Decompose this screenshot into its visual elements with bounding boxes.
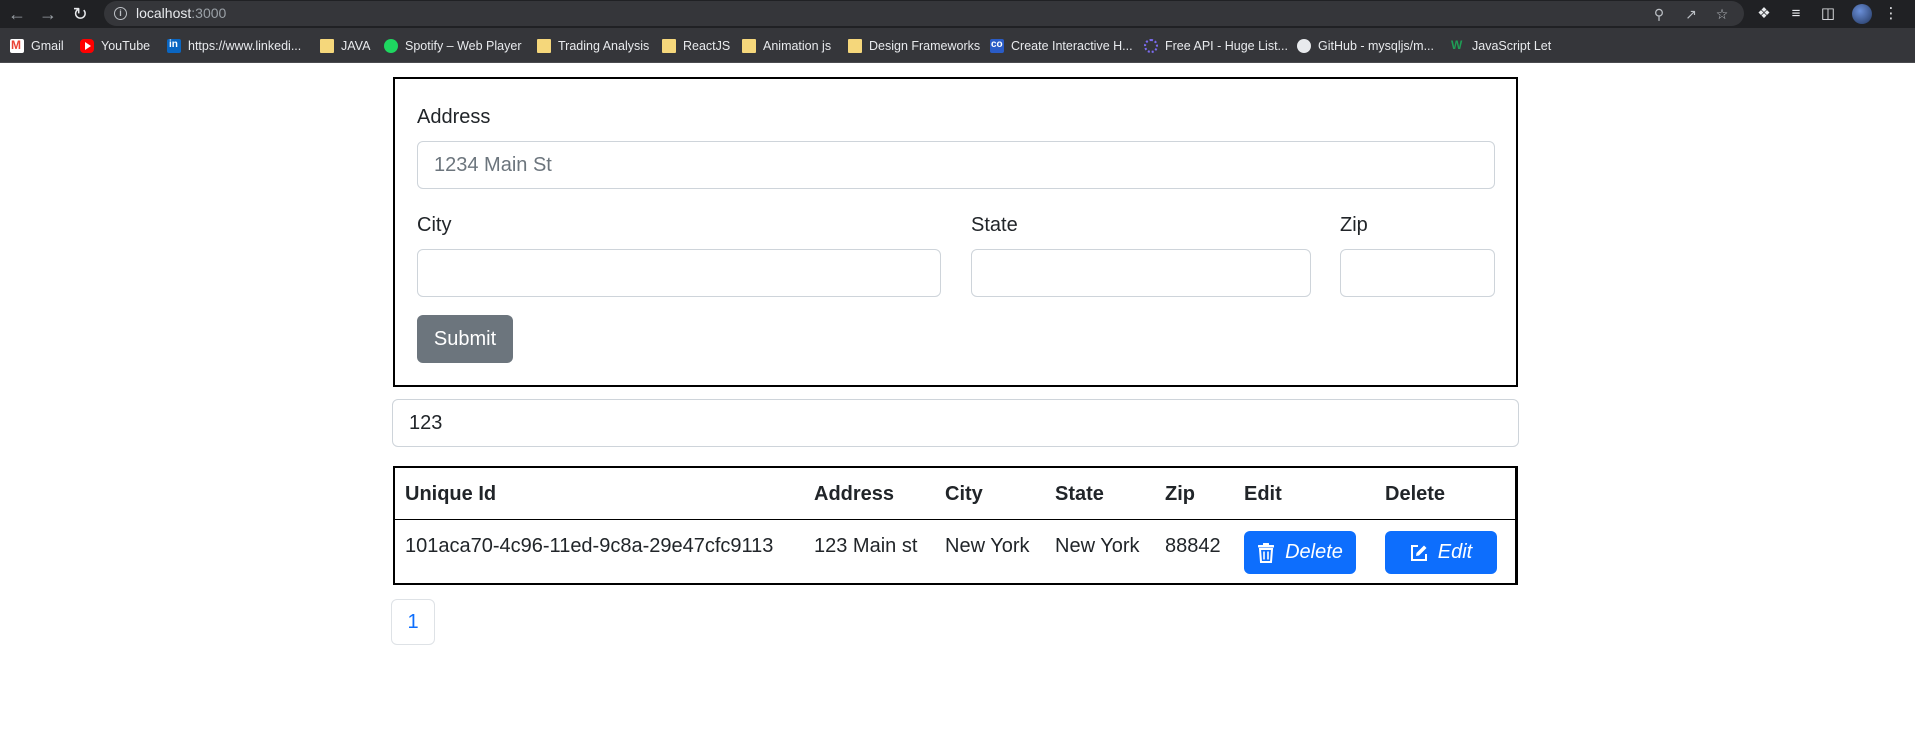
submit-button[interactable]: Submit bbox=[417, 315, 513, 363]
folder-icon bbox=[742, 39, 756, 53]
header-edit: Edit bbox=[1244, 483, 1282, 505]
side-panel-icon[interactable]: ◫ bbox=[1818, 4, 1838, 24]
address-input[interactable] bbox=[417, 141, 1495, 189]
spotify-icon bbox=[384, 39, 398, 53]
trash-icon bbox=[1258, 542, 1275, 563]
results-table: Unique Id Address City State Zip Edit De… bbox=[393, 466, 1518, 585]
table-header-row: Unique Id Address City State Zip Edit De… bbox=[395, 468, 1515, 520]
folder-icon bbox=[662, 39, 676, 53]
search-input[interactable] bbox=[392, 399, 1519, 447]
bookmark-youtube[interactable]: YouTube bbox=[80, 37, 150, 55]
api-icon bbox=[1144, 39, 1158, 53]
bookmark-star-icon[interactable]: ☆ bbox=[1713, 5, 1731, 23]
edit-icon bbox=[1410, 544, 1427, 561]
pagination-page-1[interactable]: 1 bbox=[391, 599, 435, 645]
cell-zip: 88842 bbox=[1165, 535, 1221, 557]
cell-city: New York bbox=[945, 535, 1030, 557]
share-icon[interactable]: ↗ bbox=[1682, 5, 1700, 23]
header-zip: Zip bbox=[1165, 483, 1195, 505]
profile-avatar[interactable] bbox=[1852, 4, 1872, 24]
back-icon[interactable]: ← bbox=[5, 2, 29, 26]
bookmark-free-api[interactable]: Free API - Huge List... bbox=[1144, 37, 1288, 55]
bookmark-folder-trading[interactable]: Trading Analysis bbox=[537, 37, 649, 55]
header-delete: Delete bbox=[1385, 483, 1446, 505]
state-input[interactable] bbox=[971, 249, 1311, 297]
bookmark-folder-animation[interactable]: Animation js bbox=[742, 37, 831, 55]
zip-label: Zip bbox=[1340, 214, 1368, 236]
menu-icon[interactable]: ⋮ bbox=[1881, 4, 1901, 24]
cell-unique-id: 101aca70-4c96-11ed-9c8a-29e47cfc9113 bbox=[405, 535, 774, 557]
zoom-icon[interactable]: ⚲ bbox=[1650, 5, 1668, 23]
delete-button[interactable]: Delete bbox=[1244, 531, 1356, 574]
gmail-icon bbox=[10, 38, 24, 53]
bookmark-spotify[interactable]: Spotify – Web Player bbox=[384, 37, 522, 55]
bookmark-gmail[interactable]: Gmail bbox=[10, 37, 64, 55]
folder-icon bbox=[537, 39, 551, 53]
edit-button[interactable]: Edit bbox=[1385, 531, 1497, 574]
bookmark-folder-reactjs[interactable]: ReactJS bbox=[662, 37, 730, 55]
site-info-icon[interactable]: i bbox=[114, 7, 127, 20]
youtube-icon bbox=[80, 39, 94, 53]
w3-icon bbox=[1451, 38, 1465, 53]
address-bar[interactable]: i localhost:3000 ⚲ ↗ ☆ bbox=[104, 1, 1744, 26]
edit-button-label: Edit bbox=[1437, 541, 1473, 563]
cell-address: 123 Main st bbox=[814, 535, 918, 557]
reload-icon[interactable]: ↻ bbox=[68, 2, 92, 26]
media-queue-icon[interactable]: ≡ bbox=[1786, 4, 1806, 24]
bookmark-github[interactable]: GitHub - mysqljs/m... bbox=[1297, 37, 1434, 55]
bookmark-codepen[interactable]: Create Interactive H... bbox=[990, 37, 1133, 55]
bookmark-folder-java[interactable]: JAVA bbox=[320, 37, 370, 55]
forward-icon[interactable]: → bbox=[36, 2, 60, 26]
header-city: City bbox=[945, 483, 983, 505]
state-label: State bbox=[971, 214, 1018, 236]
folder-icon bbox=[320, 39, 334, 53]
codepen-icon bbox=[990, 39, 1004, 53]
address-label: Address bbox=[417, 106, 491, 128]
bookmark-javascript-let[interactable]: JavaScript Let bbox=[1451, 37, 1551, 55]
folder-icon bbox=[848, 39, 862, 53]
bookmark-folder-design[interactable]: Design Frameworks bbox=[848, 37, 980, 55]
delete-button-label: Delete bbox=[1285, 541, 1343, 563]
header-address: Address bbox=[814, 483, 895, 505]
url-text[interactable]: localhost:3000 bbox=[136, 5, 226, 21]
github-icon bbox=[1297, 39, 1311, 53]
city-input[interactable] bbox=[417, 249, 941, 297]
browser-toolbar: ← → ↻ i localhost:3000 ⚲ ↗ ☆ ❖ ≡ ◫ ⋮ bbox=[0, 0, 1915, 28]
address-form: Address City State Zip Submit bbox=[393, 77, 1518, 387]
extensions-icon[interactable]: ❖ bbox=[1754, 4, 1774, 24]
bookmark-linkedin[interactable]: https://www.linkedi... bbox=[167, 37, 301, 55]
zip-input[interactable] bbox=[1340, 249, 1495, 297]
city-label: City bbox=[417, 214, 452, 236]
bookmarks-bar: Gmail YouTube https://www.linkedi... JAV… bbox=[0, 28, 1915, 63]
header-state: State bbox=[1055, 483, 1104, 505]
cell-state: New York bbox=[1055, 535, 1140, 557]
linkedin-icon bbox=[167, 39, 181, 53]
header-unique-id: Unique Id bbox=[405, 483, 497, 505]
